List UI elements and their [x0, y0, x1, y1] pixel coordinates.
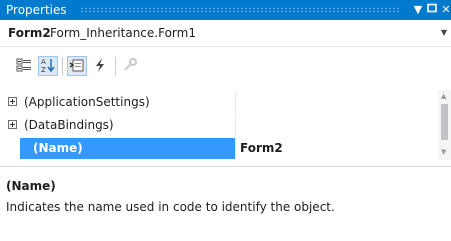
object-selector[interactable]: Form2 Form_Inheritance.Form1 ▼	[0, 20, 451, 47]
dropdown-arrow-icon[interactable]: ▼	[411, 2, 425, 18]
events-icon	[92, 57, 108, 76]
maximize-icon[interactable]	[425, 2, 439, 18]
expand-icon[interactable]	[8, 97, 17, 106]
property-grid: (ApplicationSettings) (DataBindings) (Na…	[0, 90, 438, 160]
properties-toolbar: A Z	[0, 47, 451, 87]
categorized-button[interactable]	[14, 56, 34, 76]
events-button[interactable]	[90, 56, 110, 76]
chevron-down-icon[interactable]: ▼	[441, 28, 447, 37]
scroll-down-icon[interactable]: ▼	[441, 148, 446, 156]
column-divider	[235, 138, 236, 159]
alphabetical-button[interactable]: A Z	[38, 56, 58, 76]
column-divider	[235, 115, 236, 136]
categorized-icon	[16, 57, 32, 76]
window-title: Properties	[6, 3, 67, 17]
property-row-name[interactable]: (Name) Form2	[0, 138, 438, 159]
property-name: (ApplicationSettings)	[24, 95, 150, 109]
scroll-up-icon[interactable]: ▲	[441, 92, 446, 100]
properties-button[interactable]	[67, 56, 87, 76]
property-pages-button[interactable]	[120, 56, 140, 76]
toolbar-separator	[62, 57, 63, 75]
property-name: (Name)	[33, 141, 83, 155]
alphabetical-icon: A Z	[40, 57, 56, 76]
column-divider	[235, 92, 236, 113]
properties-icon	[69, 57, 85, 76]
scrollbar-thumb[interactable]	[441, 104, 448, 140]
toolbar-separator	[115, 57, 116, 75]
property-row-databindings[interactable]: (DataBindings)	[0, 115, 438, 136]
description-title: (Name)	[6, 179, 56, 193]
description-text: Indicates the name used in code to ident…	[6, 200, 335, 214]
svg-text:A: A	[41, 58, 46, 66]
properties-title-bar[interactable]: Properties ▼ ✕	[0, 0, 451, 20]
title-grip[interactable]	[80, 7, 400, 13]
property-name: (DataBindings)	[24, 118, 114, 132]
object-type: Form_Inheritance.Form1	[50, 26, 196, 40]
description-pane: (Name) Indicates the name used in code t…	[0, 166, 451, 241]
expand-icon[interactable]	[8, 120, 17, 129]
property-value[interactable]: Form2	[240, 141, 283, 155]
close-icon[interactable]: ✕	[439, 2, 451, 18]
svg-text:Z: Z	[41, 66, 46, 73]
property-row-applicationsettings[interactable]: (ApplicationSettings)	[0, 92, 438, 113]
property-pages-icon	[122, 57, 138, 76]
vertical-scrollbar[interactable]: ▲ ▼	[438, 90, 451, 160]
object-name: Form2	[8, 26, 51, 40]
